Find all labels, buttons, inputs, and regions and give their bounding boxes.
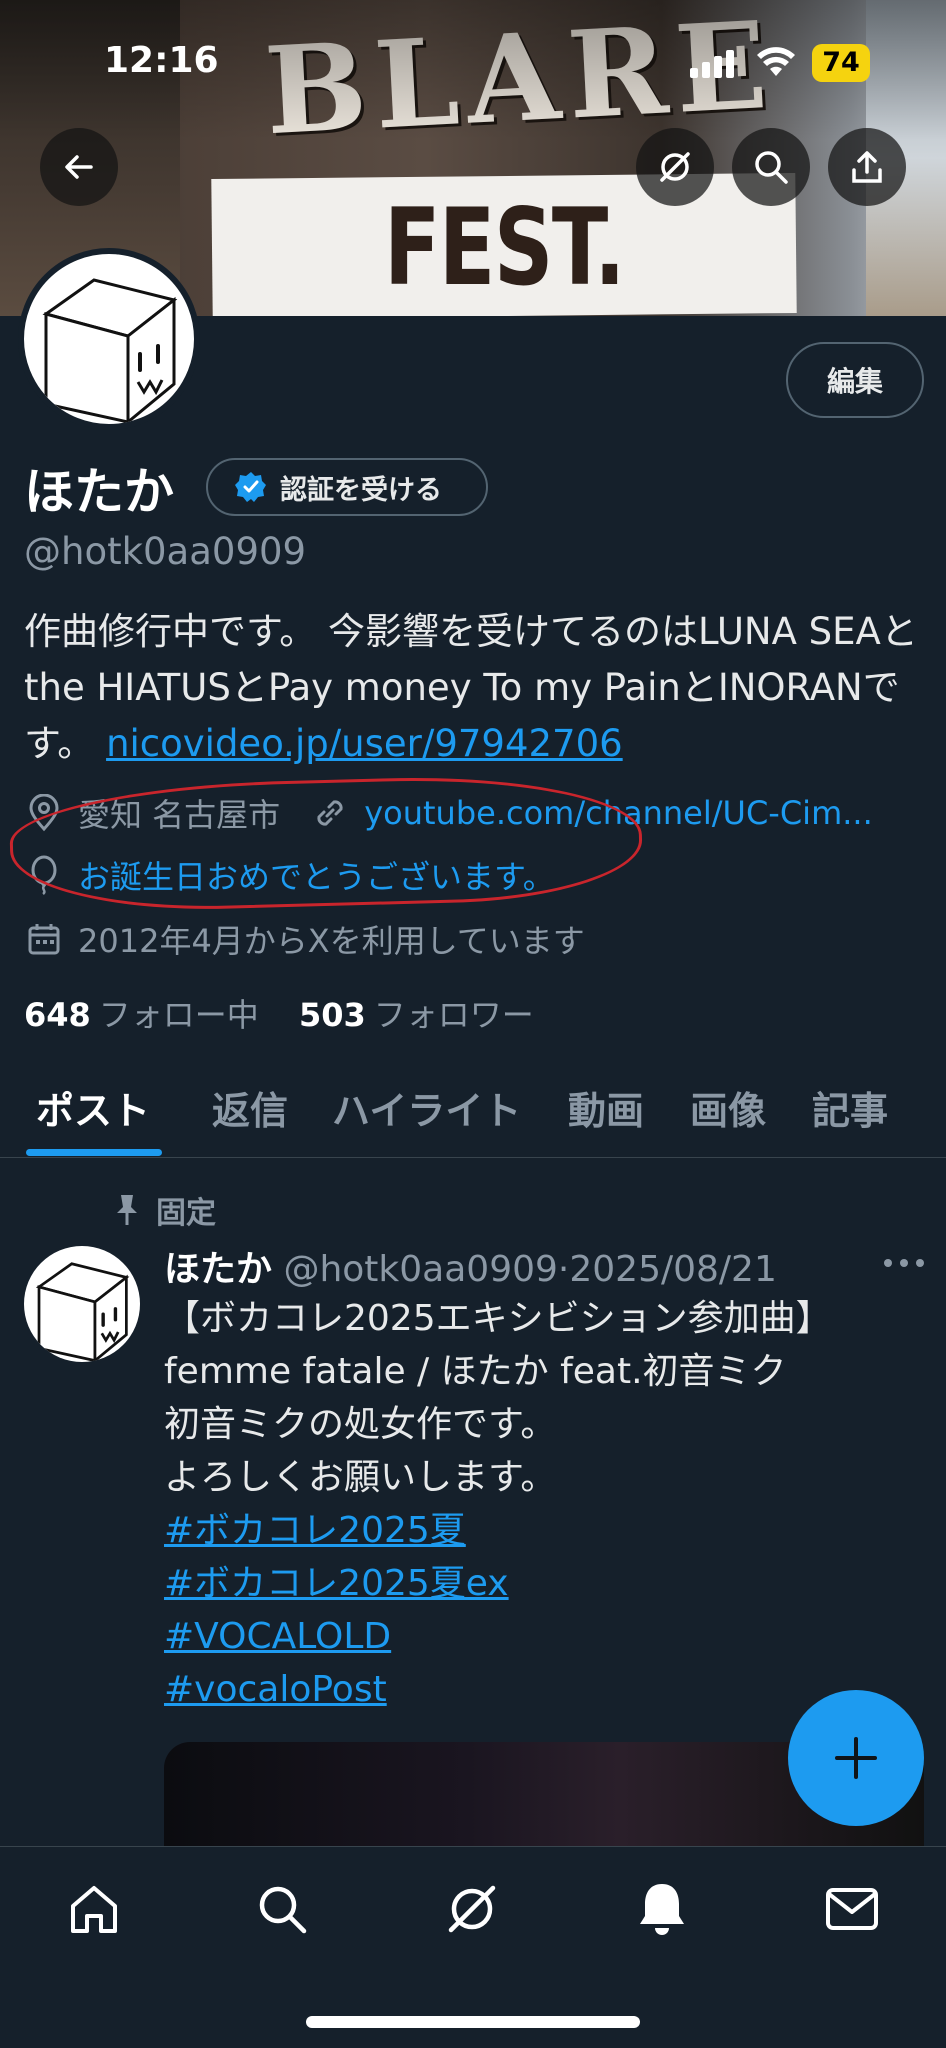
verified-badge-icon	[235, 472, 266, 502]
arrow-left-icon	[65, 155, 93, 179]
tab-articles[interactable]: 記事	[812, 1080, 888, 1135]
share-button[interactable]	[828, 128, 906, 206]
tab-videos[interactable]: 動画	[568, 1080, 644, 1135]
tab-posts[interactable]: ポスト	[36, 1080, 150, 1135]
cellular-signal-icon	[690, 48, 736, 78]
post-line: femme fatale / ほたか feat.初音ミク	[164, 1351, 787, 1392]
profile-name: ほたか	[24, 463, 174, 521]
cube-face-avatar-icon	[42, 278, 178, 424]
back-button[interactable]	[40, 128, 118, 206]
get-verified-button[interactable]: 認証を受ける	[206, 458, 488, 516]
get-verified-label: 認証を受ける	[280, 474, 442, 506]
profile-avatar[interactable]	[18, 248, 200, 430]
profile-handle: @hotk0aa0909	[24, 530, 307, 573]
tab-highlights[interactable]: ハイライト	[332, 1080, 521, 1135]
profile-bio: 作曲修行中です。 今影響を受けてるのはLUNA SEAとthe HIATUSとP…	[24, 604, 924, 772]
following-label: フォロー中	[98, 996, 259, 1034]
post-author-avatar[interactable]	[24, 1246, 140, 1362]
home-icon	[71, 1886, 117, 1933]
profile-tabs: ポスト 返信 ハイライト 動画 画像 記事	[0, 1066, 946, 1158]
following-link[interactable]: 648 フォロー中	[24, 996, 259, 1034]
follow-stats: 648 フォロー中 503 フォロワー	[24, 990, 534, 1036]
search-icon	[755, 151, 788, 184]
profile-page: BLARE FEST. 2020 12:16 74	[0, 0, 946, 2048]
grok-icon	[660, 152, 690, 182]
status-bar: 12:16 74	[0, 0, 946, 120]
share-icon	[852, 151, 882, 183]
grok-icon	[448, 1885, 496, 1933]
tab-replies[interactable]: 返信	[212, 1080, 288, 1135]
followers-label: フォロワー	[373, 996, 534, 1034]
post-line: 初音ミクの処女作です。	[164, 1404, 557, 1445]
post-handle-date: @hotk0aa0909·2025/08/21	[283, 1249, 777, 1290]
joined-text: 2012年4月からXを利用しています	[78, 922, 585, 960]
bell-icon	[640, 1884, 684, 1935]
bio-link[interactable]: nicovideo.jp/user/97942706	[106, 722, 623, 765]
wifi-icon	[756, 46, 796, 78]
battery-indicator: 74	[812, 44, 870, 82]
plus-icon	[835, 1737, 877, 1779]
cube-face-avatar-icon	[35, 1262, 130, 1362]
followers-count: 503	[298, 996, 366, 1034]
grok-button[interactable]	[636, 128, 714, 206]
status-time: 12:16	[104, 40, 219, 81]
compose-post-button[interactable]	[788, 1690, 924, 1826]
nav-messages-button[interactable]	[820, 1877, 884, 1941]
nav-search-button[interactable]	[250, 1877, 314, 1941]
nav-notifications-button[interactable]	[630, 1877, 694, 1941]
edit-profile-button[interactable]: 編集	[786, 342, 924, 418]
search-icon	[259, 1886, 307, 1934]
more-options-icon[interactable]	[884, 1256, 924, 1270]
home-indicator[interactable]	[306, 2016, 640, 2028]
search-button[interactable]	[732, 128, 810, 206]
joined-row: 2012年4月からXを利用しています	[24, 916, 585, 962]
mail-icon	[826, 1888, 878, 1930]
pinned-indicator: 固定	[112, 1188, 216, 1232]
nav-grok-button[interactable]	[440, 1877, 504, 1941]
post-author-name[interactable]: ほたか	[164, 1249, 272, 1290]
post-line: よろしくお願いします。	[164, 1457, 557, 1498]
hashtag-link[interactable]: #ボカコレ2025夏	[164, 1504, 924, 1557]
following-count: 648	[24, 996, 91, 1034]
post-line: 【ボカコレ2025エキシビション参加曲】	[164, 1298, 832, 1339]
hashtag-link[interactable]: #ボカコレ2025夏ex	[164, 1557, 924, 1610]
calendar-icon	[24, 919, 64, 959]
active-tab-indicator	[26, 1149, 162, 1156]
pinned-label: 固定	[156, 1196, 216, 1231]
tab-images[interactable]: 画像	[690, 1080, 766, 1135]
hashtag-link[interactable]: #VOCALOLD	[164, 1610, 924, 1663]
pin-icon	[117, 1195, 137, 1225]
followers-link[interactable]: 503 フォロワー	[299, 996, 534, 1034]
nav-home-button[interactable]	[62, 1877, 126, 1941]
banner-fest-text: FEST. 2020	[384, 186, 626, 316]
post-header: ほたか @hotk0aa0909·2025/08/21	[164, 1240, 777, 1292]
post-body: 【ボカコレ2025エキシビション参加曲】 femme fatale / ほたか …	[164, 1292, 924, 1716]
